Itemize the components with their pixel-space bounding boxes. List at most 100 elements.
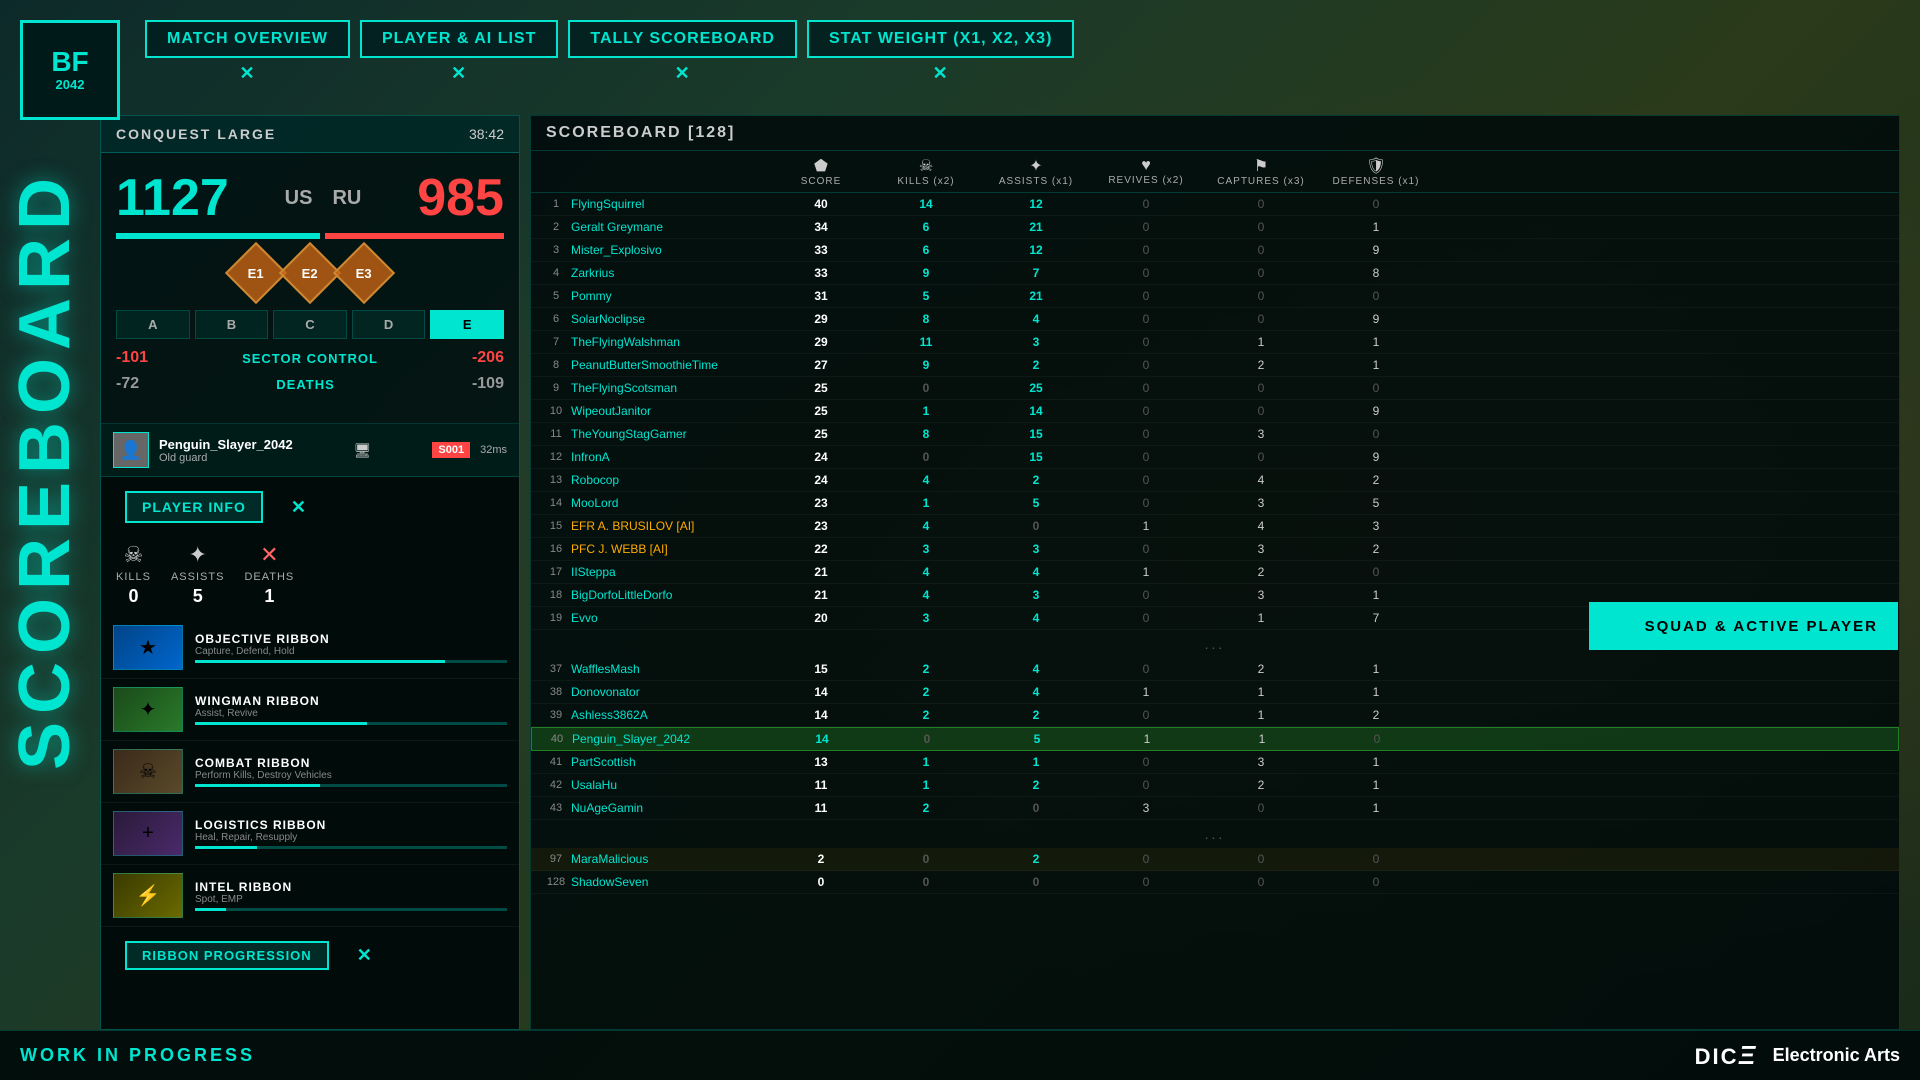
table-row: 2 Geralt Greymane 34 6 21 0 0 1 xyxy=(531,216,1899,239)
table-row: 39 Ashless3862A 14 2 2 0 1 2 xyxy=(531,704,1899,727)
score-bar-us xyxy=(116,233,320,239)
tab-match-overview[interactable]: MATCH OVERVIEW ✕ xyxy=(145,20,350,58)
close-match-overview[interactable]: ✕ xyxy=(239,63,255,84)
deaths-icon: ✕ xyxy=(260,542,278,568)
ribbon-wingman: ✦ WINGMAN RIBBON Assist, Revive xyxy=(101,679,519,741)
captures-col-icon: ⚑ xyxy=(1201,156,1321,176)
kills-icon: ☠ xyxy=(124,542,144,568)
ribbon-logistics-icon: + xyxy=(113,811,183,856)
scoreboard-vertical-text: SCOREBOARD xyxy=(0,120,90,820)
player-avatar: 👤 xyxy=(113,432,149,468)
table-row: 16 PFC J. WEBB [AI] 22 3 3 0 3 2 xyxy=(531,538,1899,561)
player-info-label: PLAYER INFO xyxy=(125,491,263,523)
sector-e[interactable]: E xyxy=(430,310,504,339)
bottom-bar: WORK IN PROGRESS DICΞ Electronic Arts xyxy=(0,1030,1920,1080)
score-bar-ru xyxy=(325,233,504,239)
ribbon-intel-icon: ⚡ xyxy=(113,873,183,918)
ribbon-combat-info: COMBAT RIBBON Perform Kills, Destroy Veh… xyxy=(195,756,507,787)
ribbon-intel: ⚡ INTEL RIBBON Spot, EMP xyxy=(101,865,519,927)
col-score: ⬟ SCORE xyxy=(771,156,871,187)
col-revives: ♥ REVIVES (x2) xyxy=(1091,157,1201,186)
ribbon-wingman-info: WINGMAN RIBBON Assist, Revive xyxy=(195,694,507,725)
ribbon-progression-label: RIBBON PROGRESSION xyxy=(125,941,329,970)
table-row: 17 IISteppa 21 4 4 1 2 0 xyxy=(531,561,1899,584)
ribbon-objective-info: OBJECTIVE RIBBON Capture, Defend, Hold xyxy=(195,632,507,663)
score-ru: 985 xyxy=(417,168,504,228)
left-panel: CONQUEST LARGE 38:42 1127 US RU 985 E1 xyxy=(100,115,520,1030)
player-section: 👤 Penguin_Slayer_2042 Old guard 🖥 S001 3… xyxy=(101,423,519,1029)
scoreboard-ellipsis: ... xyxy=(531,820,1899,848)
bf-logo: BF 2042 xyxy=(20,20,120,120)
table-row: 5 Pommy 31 5 21 0 0 0 xyxy=(531,285,1899,308)
table-row: 15 EFR A. BRUSILOV [AI] 23 4 0 1 4 3 xyxy=(531,515,1899,538)
deaths-ru: -109 xyxy=(472,375,504,393)
match-timer: 38:42 xyxy=(469,126,504,142)
player-info-row: PLAYER INFO ✕ xyxy=(101,477,519,537)
player-name-block: Penguin_Slayer_2042 Old guard xyxy=(159,437,293,464)
table-row: 8 PeanutButterSmoothieTime 27 9 2 0 2 1 xyxy=(531,354,1899,377)
player-ping: 32ms xyxy=(480,444,507,456)
table-row: 37 WafflesMash 15 2 4 0 2 1 xyxy=(531,658,1899,681)
sector-num-ru: -206 xyxy=(472,349,504,367)
assists-col-icon: ✦ xyxy=(981,156,1091,176)
close-ribbon-progression[interactable]: ✕ xyxy=(351,943,378,968)
table-row: 97 MaraMalicious 2 0 2 0 0 0 xyxy=(531,848,1899,871)
dice-logo: DICΞ xyxy=(1695,1040,1758,1071)
objective-e1: E1 xyxy=(225,242,287,304)
close-player-ai-list[interactable]: ✕ xyxy=(451,63,467,84)
table-row: 6 SolarNoclipse 29 8 4 0 0 9 xyxy=(531,308,1899,331)
table-row: 128 ShadowSeven 0 0 0 0 0 0 xyxy=(531,871,1899,894)
sector-control-label: SECTOR CONTROL xyxy=(242,351,378,366)
table-row: 38 Donovonator 14 2 4 1 1 1 xyxy=(531,681,1899,704)
sector-num-us: -101 xyxy=(116,349,148,367)
tab-player-ai-list[interactable]: PLAYER & AI LIST ✕ xyxy=(360,20,558,58)
revives-col-icon: ♥ xyxy=(1091,157,1201,175)
col-kills: ☠ KILLS (x2) xyxy=(871,156,981,187)
close-squad-badge[interactable]: ✕ xyxy=(1609,612,1637,640)
ribbon-logistics: + LOGISTICS RIBBON Heal, Repair, Resuppl… xyxy=(101,803,519,865)
kills-col-icon: ☠ xyxy=(871,156,981,176)
assists-icon: ✦ xyxy=(188,542,206,568)
ribbon-logistics-info: LOGISTICS RIBBON Heal, Repair, Resupply xyxy=(195,818,507,849)
stats-row: ☠ KILLS 0 ✦ ASSISTS 5 ✕ DEATHS 1 xyxy=(101,537,519,617)
table-row: 1 FlyingSquirrel 40 14 12 0 0 0 xyxy=(531,193,1899,216)
table-row: 9 TheFlyingScotsman 25 0 25 0 0 0 xyxy=(531,377,1899,400)
scoreboard-col-headers: ⬟ SCORE ☠ KILLS (x2) ✦ ASSISTS (x1) ♥ RE… xyxy=(531,151,1899,193)
table-row: 41 PartScottish 13 1 1 0 3 1 xyxy=(531,751,1899,774)
table-row: 43 NuAgeGamin 11 2 0 3 0 1 xyxy=(531,797,1899,820)
table-row: 40 Penguin_Slayer_2042 14 0 5 1 1 0 xyxy=(531,727,1899,751)
squad-active-player-badge: ✕ SQUAD & ACTIVE PLAYER xyxy=(1589,602,1898,650)
sector-b[interactable]: B xyxy=(195,310,269,339)
player-tag-row: 👤 Penguin_Slayer_2042 Old guard 🖥 S001 3… xyxy=(101,424,519,477)
tab-tally-scoreboard[interactable]: TALLY SCOREBOARD ✕ xyxy=(568,20,797,58)
stat-deaths-label: DEATHS xyxy=(244,571,294,583)
table-row: 13 Robocop 24 4 2 0 4 2 xyxy=(531,469,1899,492)
sector-a[interactable]: A xyxy=(116,310,190,339)
ribbon-objective-icon: ★ xyxy=(113,625,183,670)
assists-label: ASSISTS xyxy=(171,571,224,583)
sector-d[interactable]: D xyxy=(352,310,426,339)
panels-container: CONQUEST LARGE 38:42 1127 US RU 985 E1 xyxy=(100,115,1900,1030)
close-player-info[interactable]: ✕ xyxy=(285,495,312,520)
table-row: 11 TheYoungStagGamer 25 8 15 0 3 0 xyxy=(531,423,1899,446)
team-us-label: US xyxy=(285,187,313,210)
objectives: E1 E2 E3 xyxy=(116,251,504,295)
table-row: 3 Mister_Explosivo 33 6 12 0 0 9 xyxy=(531,239,1899,262)
tab-stat-weight[interactable]: STAT WEIGHT (X1, X2, X3) ✕ xyxy=(807,20,1074,58)
player-rank: Old guard xyxy=(159,452,293,464)
sector-c[interactable]: C xyxy=(273,310,347,339)
stat-kills: ☠ KILLS 0 xyxy=(116,542,151,607)
ribbon-objective: ★ OBJECTIVE RIBBON Capture, Defend, Hold xyxy=(101,617,519,679)
table-row: 14 MooLord 23 1 5 0 3 5 xyxy=(531,492,1899,515)
right-panel: SCOREBOARD [128] ⬟ SCORE ☠ KILLS (x2) ✦ … xyxy=(530,115,1900,1030)
nav-tabs: MATCH OVERVIEW ✕ PLAYER & AI LIST ✕ TALL… xyxy=(145,20,1900,58)
defenses-col-icon: 🛡 xyxy=(1321,156,1431,176)
close-tally-scoreboard[interactable]: ✕ xyxy=(675,63,691,84)
match-header: CONQUEST LARGE 38:42 xyxy=(101,116,519,153)
monitor-icon: 🖥 xyxy=(354,442,372,459)
stat-deaths: ✕ DEATHS 1 xyxy=(244,542,294,607)
close-stat-weight[interactable]: ✕ xyxy=(933,63,949,84)
scoreboard-header: SCOREBOARD [128] xyxy=(531,116,1899,151)
match-mode: CONQUEST LARGE xyxy=(116,126,276,142)
team-ru-label: RU xyxy=(332,187,361,210)
